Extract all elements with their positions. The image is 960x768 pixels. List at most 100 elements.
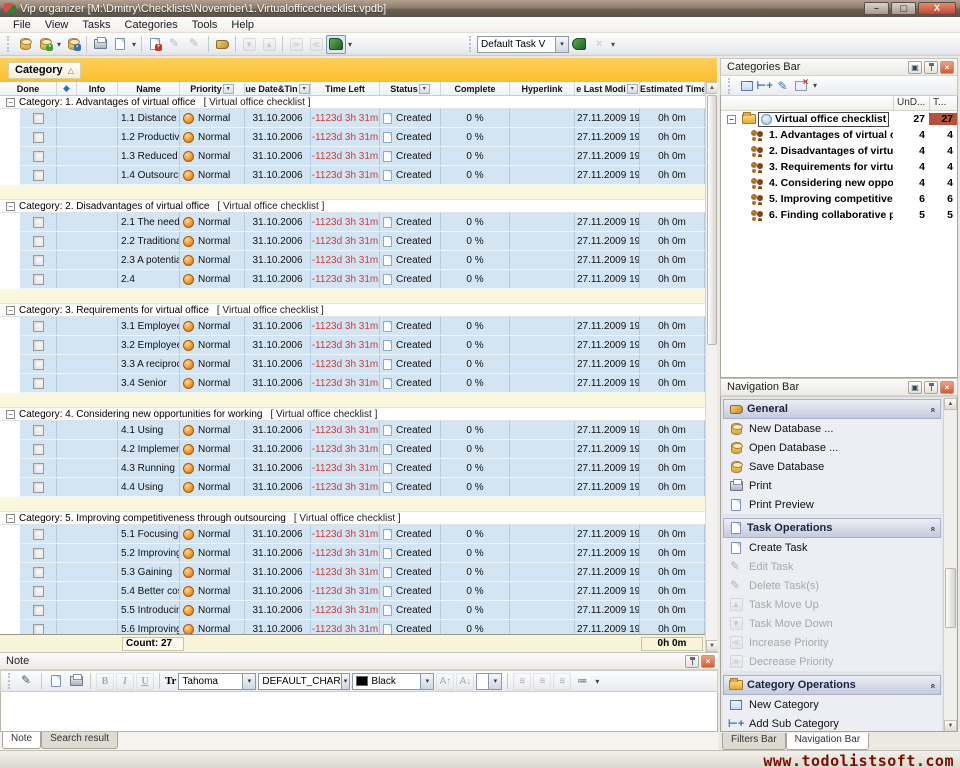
collapse-group-icon[interactable]: − [6,410,15,419]
done-checkbox[interactable] [33,548,44,559]
note-print-preview-button[interactable] [47,673,65,690]
increase-priority-button[interactable]: ≪ [306,35,326,54]
note-toolbar-dropdown[interactable]: ▾ [593,677,601,686]
done-checkbox[interactable] [33,482,44,493]
category-tree-item[interactable]: 3. Requirements for virtual office44 [721,159,957,175]
font-size-combobox[interactable]: ▾ [476,673,502,690]
column-header-flag[interactable]: ◆ [57,82,77,95]
nav-item-increase-priority[interactable]: ≪Increase Priority [723,633,941,652]
task-row[interactable]: 5.6 ImprovingNormal31.10.2006-1123d 3h 3… [20,620,705,634]
collapse-section-icon[interactable]: « [928,407,938,410]
collapse-group-icon[interactable]: − [6,514,15,523]
print-preview-button[interactable] [110,35,130,54]
filter-dropdown-icon[interactable]: ▾ [627,84,638,94]
close-button[interactable]: X [918,2,956,15]
note-text-area[interactable] [0,692,718,732]
task-row[interactable]: 2.2 TraditionalNormal31.10.2006-1123d 3h… [20,232,705,251]
task-view-dropdown[interactable]: ▾ [555,37,568,52]
open-database-dropdown[interactable]: ▾ [55,40,63,49]
nav-item-edit-task[interactable]: Edit Task [723,557,941,576]
note-edit-button[interactable] [18,673,36,690]
add-sub-category-button[interactable]: ⊢+ [757,79,772,93]
align-left-button[interactable]: ≡ [513,673,531,690]
filter-dropdown-icon[interactable]: ▾ [299,84,310,94]
clear-view-button[interactable]: × [589,35,609,54]
increase-font-button[interactable]: A↑ [436,673,454,690]
task-row[interactable]: 3.4 SeniorNormal31.10.2006-1123d 3h 31mC… [20,374,705,393]
section-task-operations[interactable]: Task Operations« [723,518,941,538]
task-row[interactable]: 2.1 The need toNormal31.10.2006-1123d 3h… [20,213,705,232]
collapse-group-icon[interactable]: − [6,202,15,211]
collapse-section-icon[interactable]: « [928,526,938,529]
task-row[interactable]: 1.2 ProductivityNormal31.10.2006-1123d 3… [20,128,705,147]
grid-vertical-scrollbar[interactable]: ▲ ▼ [705,82,717,652]
categories-toolbar-dropdown[interactable]: ▾ [811,81,819,90]
print-dropdown[interactable]: ▾ [130,40,138,49]
column-header-due[interactable]: ue Date&Tin▾ [245,82,311,95]
pin-panel-icon[interactable] [685,655,699,668]
task-row[interactable]: 4.4 UsingNormal31.10.2006-1123d 3h 31mCr… [20,478,705,497]
menu-tools[interactable]: Tools [185,18,225,32]
maximize-button[interactable]: ▢ [891,2,916,15]
done-checkbox[interactable] [33,321,44,332]
done-checkbox[interactable] [33,255,44,266]
font-size-dropdown[interactable]: ▾ [488,674,501,689]
save-database-button[interactable]: ▪ [63,35,83,54]
task-row[interactable]: 2.4Normal31.10.2006-1123d 3h 31mCreated0… [20,270,705,289]
align-right-button[interactable]: ≡ [553,673,571,690]
pin-panel-icon[interactable] [924,381,938,394]
nav-item-open-database-[interactable]: Open Database ... [723,438,941,457]
minimize-button[interactable]: – [864,2,889,15]
done-checkbox[interactable] [33,217,44,228]
bold-button[interactable]: B [96,673,114,690]
column-header-status[interactable]: Status▾ [380,82,441,95]
nav-item-task-move-down[interactable]: ▼Task Move Down [723,614,941,633]
decrease-font-button[interactable]: A↓ [456,673,474,690]
task-row[interactable]: 1.3 ReducedNormal31.10.2006-1123d 3h 31m… [20,147,705,166]
section-category-operations[interactable]: Category Operations« [723,675,941,695]
menu-view[interactable]: View [38,18,76,32]
restore-panel-icon[interactable]: ▣ [908,61,922,74]
task-move-up-button[interactable]: ▲ [259,35,279,54]
category-tree-item[interactable]: 4. Considering new opportunities44 [721,175,957,191]
done-checkbox[interactable] [33,236,44,247]
nav-item-print[interactable]: Print [723,476,941,495]
tab-navigation-bar[interactable]: Navigation Bar [786,733,870,750]
delete-task-button[interactable] [185,35,205,54]
task-row[interactable]: 4.3 RunningNormal31.10.2006-1123d 3h 31m… [20,459,705,478]
view-mode-dropdown[interactable]: ▾ [346,40,354,49]
column-header-hyperlink[interactable]: Hyperlink [510,82,575,95]
color-combobox[interactable]: Black ▾ [352,673,434,690]
italic-button[interactable]: I [116,673,134,690]
open-database-button[interactable]: ↷ [35,35,55,54]
done-checkbox[interactable] [33,586,44,597]
task-row[interactable]: 5.1 Focusing onNormal31.10.2006-1123d 3h… [20,525,705,544]
charset-dropdown[interactable]: ▾ [341,674,350,689]
group-header[interactable]: −Category: 4. Considering new opportunit… [0,408,705,421]
filter-dropdown-icon[interactable]: ▾ [223,84,234,94]
section-general[interactable]: General« [723,399,941,419]
nav-item-new-category[interactable]: New Category [723,695,941,714]
tab-filters-bar[interactable]: Filters Bar [722,733,786,750]
category-tree-item[interactable]: 1. Advantages of virtual office44 [721,127,957,143]
view-mode-button[interactable] [326,35,346,54]
done-checkbox[interactable] [33,340,44,351]
done-checkbox[interactable] [33,605,44,616]
print-button[interactable] [90,35,110,54]
column-header-complete[interactable]: Complete [441,82,510,95]
collapse-group-icon[interactable]: − [6,306,15,315]
view-toolbar-dropdown[interactable]: ▾ [609,40,617,49]
column-header-name[interactable]: Name [118,82,180,95]
nav-item-save-database[interactable]: Save Database [723,457,941,476]
column-header-info[interactable]: Info [77,82,118,95]
nav-item-add-sub-category[interactable]: ⊢+Add Sub Category [723,714,941,732]
task-row[interactable]: 3.2 EmployeesNormal31.10.2006-1123d 3h 3… [20,336,705,355]
done-checkbox[interactable] [33,113,44,124]
group-header[interactable]: −Category: 2. Disadvantages of virtual o… [0,200,705,213]
done-checkbox[interactable] [33,444,44,455]
task-row[interactable]: 4.2 ImplementingNormal31.10.2006-1123d 3… [20,440,705,459]
charset-combobox[interactable]: DEFAULT_CHAR ▾ [258,673,350,690]
task-row[interactable]: 5.3 GainingNormal31.10.2006-1123d 3h 31m… [20,563,705,582]
highlight-button[interactable] [212,35,232,54]
done-checkbox[interactable] [33,151,44,162]
